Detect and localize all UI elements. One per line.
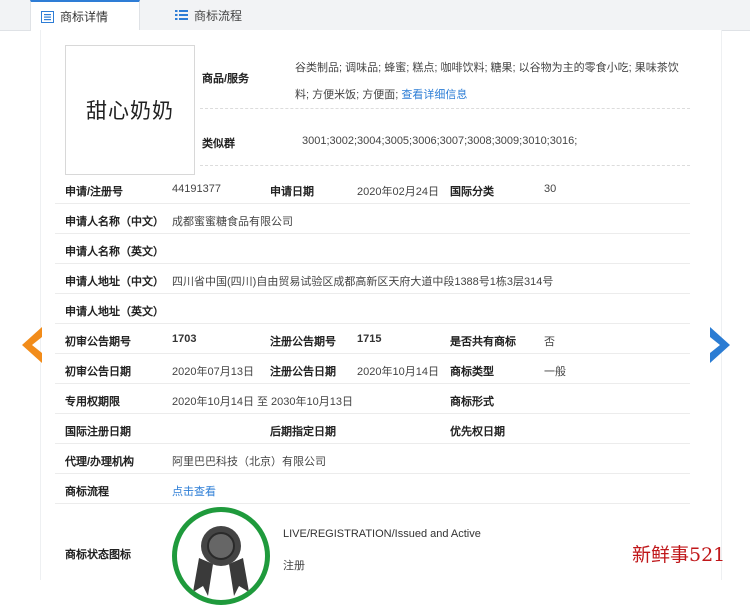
process-label: 商标流程 <box>65 486 109 498</box>
applicant-cn-value: 成都蜜蜜糖食品有限公司 <box>172 216 293 228</box>
row-divider <box>55 293 690 294</box>
prev-arrow-icon[interactable] <box>18 325 44 365</box>
row-divider <box>55 383 690 384</box>
goods-text: 谷类制品; 调味品; 蜂蜜; 糕点; 咖啡饮料; 糖果; 以谷物为主的零食小吃;… <box>295 62 679 101</box>
shared-label: 是否共有商标 <box>450 336 516 348</box>
tm-type-value: 一般 <box>544 366 566 378</box>
next-arrow-icon[interactable] <box>708 325 734 365</box>
list-icon <box>175 10 188 20</box>
intl-reg-date-label: 国际注册日期 <box>65 426 131 438</box>
tab-label: 商标流程 <box>194 8 243 23</box>
address-cn-value: 四川省中国(四川)自由贸易试验区成都高新区天府大道中段1388号1栋3层314号 <box>172 276 554 288</box>
corner-watermark: 新鲜事521 <box>632 544 726 566</box>
later-date-label: 后期指定日期 <box>270 426 336 438</box>
prelim-no-label: 初审公告期号 <box>65 336 131 348</box>
row-divider <box>55 323 690 324</box>
divider <box>200 108 690 109</box>
row-divider <box>55 203 690 204</box>
row-divider <box>55 503 690 504</box>
reg-no-label: 申请/注册号 <box>65 186 124 198</box>
prelim-date-label: 初审公告日期 <box>65 366 131 378</box>
tab-trademark-details[interactable]: 商标详情 <box>30 0 140 31</box>
row-divider <box>55 353 690 354</box>
reg-pub-no-label: 注册公告期号 <box>270 336 336 348</box>
row-divider <box>55 233 690 234</box>
view-details-link[interactable]: 查看详细信息 <box>401 89 467 101</box>
applicant-en-label: 申请人名称（英文） <box>65 246 164 258</box>
goods-label: 商品/服务 <box>202 73 250 85</box>
process-link[interactable]: 点击查看 <box>172 483 216 499</box>
reg-pub-no-value: 1715 <box>357 333 382 345</box>
address-cn-label: 申请人地址（中文） <box>65 276 164 288</box>
intl-class-value: 30 <box>544 183 557 195</box>
row-divider <box>55 413 690 414</box>
status-icon-label: 商标状态图标 <box>65 549 131 561</box>
reg-no-value: 44191377 <box>172 183 221 195</box>
status-cn-value: 注册 <box>283 560 305 572</box>
exclusive-label: 专用权期限 <box>65 396 120 408</box>
priority-date-label: 优先权日期 <box>450 426 505 438</box>
goods-value: 谷类制品; 调味品; 蜂蜜; 糕点; 咖啡饮料; 糖果; 以谷物为主的零食小吃;… <box>295 55 690 109</box>
reg-pub-date-label: 注册公告日期 <box>270 366 336 378</box>
tab-label: 商标详情 <box>60 10 109 24</box>
row-divider <box>55 443 690 444</box>
shared-value: 否 <box>544 336 555 348</box>
row-divider <box>55 263 690 264</box>
row-divider <box>55 473 690 474</box>
document-icon <box>41 10 54 23</box>
similar-group-label: 类似群 <box>202 138 235 150</box>
agent-label: 代理/办理机构 <box>65 456 135 468</box>
prelim-date-value: 2020年07月13日 <box>172 366 254 378</box>
similar-group-value: 3001;3002;3004;3005;3006;3007;3008;3009;… <box>302 135 578 147</box>
tm-form-label: 商标形式 <box>450 396 494 408</box>
reg-pub-date-value: 2020年10月14日 <box>357 366 439 378</box>
app-date-value: 2020年02月24日 <box>357 186 439 198</box>
tab-bar: 商标详情 商标流程 <box>0 0 750 31</box>
trademark-logo-text: 甜心奶奶 <box>86 99 174 123</box>
tab-trademark-process[interactable]: 商标流程 <box>165 0 275 30</box>
tm-type-label: 商标类型 <box>450 366 494 378</box>
address-en-label: 申请人地址（英文） <box>65 306 164 318</box>
applicant-cn-label: 申请人名称（中文） <box>65 216 164 228</box>
award-badge-icon <box>193 526 249 596</box>
agent-value: 阿里巴巴科技（北京）有限公司 <box>172 456 326 468</box>
prelim-no-value: 1703 <box>172 333 197 345</box>
registration-seal-icon <box>172 507 270 605</box>
status-en-value: LIVE/REGISTRATION/Issued and Active <box>283 528 481 540</box>
app-date-label: 申请日期 <box>270 186 314 198</box>
exclusive-value: 2020年10月14日 至 2030年10月13日 <box>172 396 353 408</box>
intl-class-label: 国际分类 <box>450 186 494 198</box>
trademark-logo-image: 甜心奶奶 <box>65 45 195 175</box>
divider <box>200 165 690 166</box>
